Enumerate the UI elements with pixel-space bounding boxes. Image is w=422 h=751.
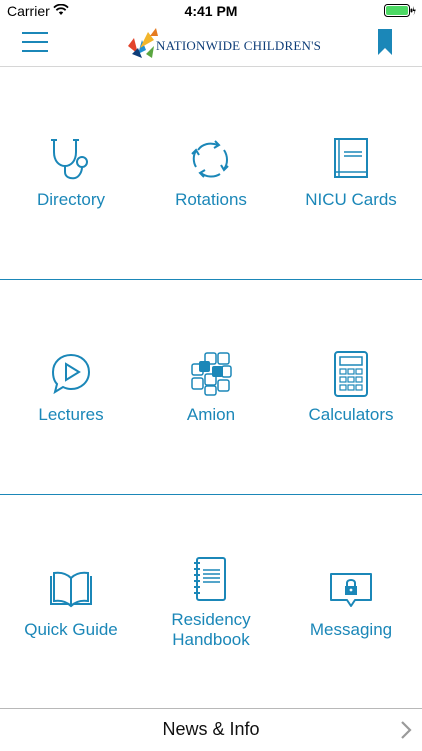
- tile-lectures[interactable]: Lectures: [1, 351, 141, 425]
- logo-wordmark: NATIONWIDE CHILDREN'S: [156, 38, 322, 53]
- tile-nicu-cards[interactable]: NICU Cards: [281, 136, 421, 210]
- bookmark-icon[interactable]: [378, 29, 392, 55]
- play-bubble-icon: [51, 353, 91, 395]
- open-book-icon: [50, 571, 92, 608]
- section-divider: [0, 279, 422, 280]
- calculator-icon: [334, 351, 368, 397]
- menu-line: [22, 50, 48, 52]
- menu-line: [22, 41, 48, 43]
- tile-label: Directory: [36, 190, 105, 209]
- book-icon: [334, 138, 368, 178]
- lock-message-icon: [330, 573, 372, 607]
- chevron-right-icon: [401, 721, 412, 739]
- tile-directory[interactable]: Directory: [1, 136, 141, 210]
- notebook-icon: [194, 557, 226, 601]
- tile-label: Lectures: [38, 405, 104, 424]
- tile-calculators[interactable]: Calculators: [281, 351, 421, 425]
- navigation-bar: NATIONWIDE CHILDREN'S: [0, 22, 422, 67]
- tile-amion[interactable]: Amion: [141, 351, 281, 425]
- grid-blocks-icon: [191, 352, 232, 396]
- hamburger-menu-button[interactable]: [22, 32, 48, 54]
- status-bar: Carrier 4:41 PM: [0, 0, 422, 22]
- stethoscope-icon: [51, 139, 88, 180]
- tile-label: Quick Guide: [24, 620, 118, 639]
- nationwide-childrens-logo: NATIONWIDE CHILDREN'S: [124, 24, 321, 64]
- clock: 4:41 PM: [184, 3, 238, 19]
- tile-label: Rotations: [175, 190, 247, 209]
- tile-label: Amion: [186, 405, 236, 424]
- section-divider: [0, 494, 422, 495]
- tile-label: NICU Cards: [305, 190, 397, 209]
- rotate-arrows-icon: [191, 140, 229, 178]
- tile-label: Messaging: [309, 620, 393, 639]
- tile-messaging[interactable]: Messaging: [281, 566, 421, 640]
- tile-quick-guide[interactable]: Quick Guide: [1, 566, 141, 640]
- tile-residency-handbook[interactable]: Residency Handbook: [141, 556, 281, 650]
- tile-label: Residency Handbook: [171, 610, 251, 649]
- tile-rotations[interactable]: Rotations: [141, 136, 281, 210]
- battery-icon: [384, 4, 416, 17]
- tile-label: Calculators: [308, 405, 394, 424]
- news-info-bar[interactable]: News & Info: [0, 708, 422, 751]
- menu-line: [22, 32, 48, 34]
- news-info-label: News & Info: [162, 719, 260, 739]
